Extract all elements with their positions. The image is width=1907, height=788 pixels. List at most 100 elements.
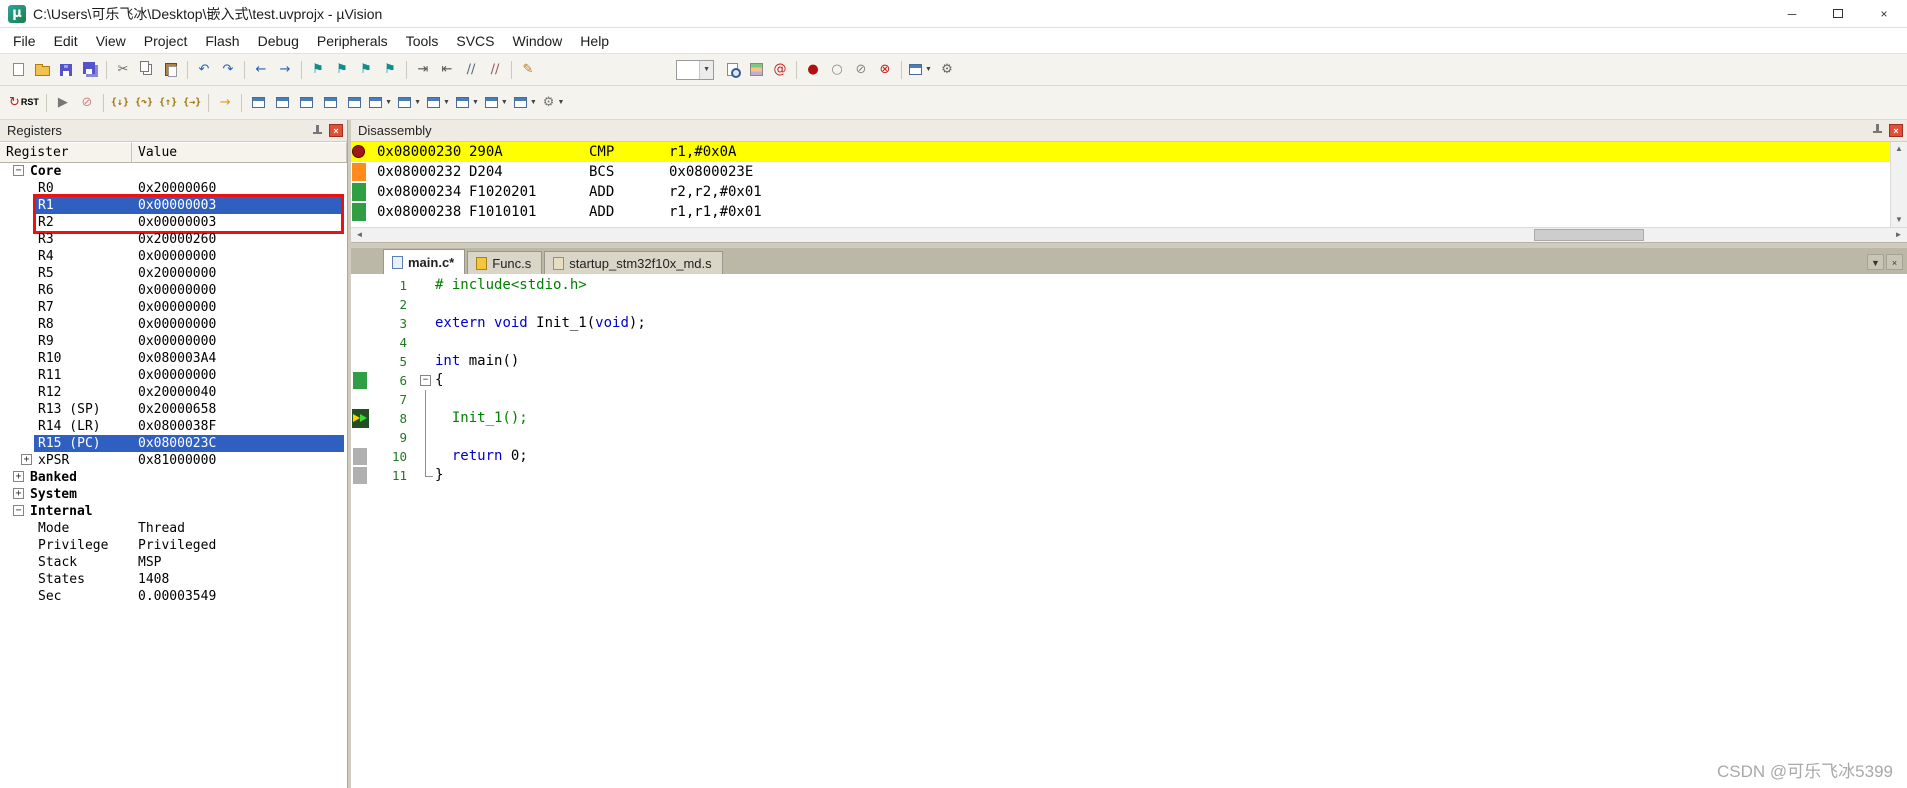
stop-button[interactable]: ⊘ (75, 91, 99, 115)
disassembly-horizontal-scrollbar[interactable]: ◄ ► (351, 227, 1907, 243)
register-row[interactable]: R7 0x00000000 (0, 299, 347, 316)
chevron-down-icon[interactable]: ▼ (699, 60, 713, 79)
fold-margin[interactable] (417, 295, 435, 314)
menu-debug[interactable]: Debug (249, 30, 308, 52)
editor-gutter[interactable] (351, 314, 371, 333)
new-file-icon[interactable] (6, 58, 30, 82)
disable-all-breakpoints-icon[interactable]: ⊘ (849, 58, 873, 82)
fold-collapse-icon[interactable]: − (420, 375, 431, 386)
clear-bookmarks-icon[interactable]: ⚑ (378, 58, 402, 82)
register-row[interactable]: R8 0x00000000 (0, 316, 347, 333)
menu-file[interactable]: File (4, 30, 45, 52)
register-row[interactable]: States 1408 (0, 571, 347, 588)
code-text[interactable]: return 0; (435, 447, 528, 466)
window-layout-dropdown[interactable]: ▼ (906, 58, 935, 82)
maximize-button[interactable] (1815, 0, 1861, 28)
fold-margin[interactable] (417, 333, 435, 352)
fold-margin[interactable] (417, 276, 435, 295)
registers-window-button[interactable] (318, 91, 342, 115)
editor-gutter[interactable] (351, 276, 371, 295)
save-all-icon[interactable] (78, 58, 102, 82)
register-row[interactable]: R4 0x00000000 (0, 248, 347, 265)
trace-window-button[interactable]: ▼ (482, 91, 511, 115)
code-text[interactable]: { (435, 371, 443, 390)
fold-margin[interactable] (417, 466, 435, 485)
copy-icon[interactable] (135, 58, 159, 82)
register-row[interactable]: − Internal (0, 503, 347, 520)
register-row[interactable]: R12 0x20000040 (0, 384, 347, 401)
editor-gutter[interactable] (351, 352, 371, 371)
analysis-window-button[interactable]: ▼ (453, 91, 482, 115)
code-text[interactable]: } (435, 466, 443, 485)
menu-svcs[interactable]: SVCS (447, 30, 503, 52)
serial-window-button[interactable]: ▼ (424, 91, 453, 115)
toolbox-button[interactable]: ⚙ ▼ (540, 91, 568, 115)
toggle-breakpoint-icon[interactable]: ● (801, 58, 825, 82)
show-next-statement-button[interactable]: → (213, 91, 237, 115)
fold-margin[interactable] (417, 447, 435, 466)
register-row[interactable]: Stack MSP (0, 554, 347, 571)
configure-editor-icon[interactable]: ✎ (516, 58, 540, 82)
watch-window-button[interactable]: ▼ (366, 91, 395, 115)
run-to-line-button[interactable]: {→} (180, 91, 204, 115)
fold-margin[interactable]: − (417, 371, 435, 390)
scroll-right-icon[interactable]: ► (1890, 228, 1907, 242)
manage-rte-icon[interactable] (744, 58, 768, 82)
code-text[interactable]: int main() (435, 352, 519, 371)
system-viewer-button[interactable]: ▼ (511, 91, 540, 115)
disassembly-window-button[interactable] (270, 91, 294, 115)
editor-gutter[interactable] (351, 447, 371, 466)
close-tab-icon[interactable]: × (1886, 254, 1903, 270)
command-window-button[interactable] (246, 91, 270, 115)
run-button[interactable]: ▶ (51, 91, 75, 115)
step-over-button[interactable]: {↷} (132, 91, 156, 115)
breakpoint-gutter[interactable] (351, 182, 369, 202)
tree-expander-icon[interactable]: − (13, 505, 24, 516)
register-row[interactable]: + System (0, 486, 347, 503)
register-row[interactable]: + Banked (0, 469, 347, 486)
fold-margin[interactable] (417, 428, 435, 447)
cut-icon[interactable]: ✂ (111, 58, 135, 82)
register-row[interactable]: R2 0x00000003 (0, 214, 347, 231)
pin-icon[interactable] (311, 124, 323, 137)
call-stack-window-button[interactable] (342, 91, 366, 115)
editor-gutter[interactable] (351, 390, 371, 409)
register-row[interactable]: R5 0x20000000 (0, 265, 347, 282)
tab-list-dropdown[interactable]: ▼ (1867, 254, 1884, 270)
fold-margin[interactable] (417, 314, 435, 333)
register-row[interactable]: Privilege Privileged (0, 537, 347, 554)
scroll-up-icon[interactable]: ▲ (1891, 142, 1907, 156)
breakpoint-gutter[interactable] (351, 162, 369, 182)
register-row[interactable]: R9 0x00000000 (0, 333, 347, 350)
editor-gutter[interactable] (351, 409, 371, 428)
fold-margin[interactable] (417, 352, 435, 371)
scroll-left-icon[interactable]: ◄ (351, 228, 368, 242)
menu-view[interactable]: View (87, 30, 135, 52)
register-row[interactable]: Mode Thread (0, 520, 347, 537)
find-in-files-icon[interactable] (720, 58, 744, 82)
menu-help[interactable]: Help (571, 30, 618, 52)
comment-icon[interactable]: ∕∕ (459, 58, 483, 82)
next-bookmark-icon[interactable]: ⚑ (354, 58, 378, 82)
editor-gutter[interactable] (351, 466, 371, 485)
memory-window-button[interactable]: ▼ (395, 91, 424, 115)
fold-margin[interactable] (417, 390, 435, 409)
tab-main-c-[interactable]: main.c* (383, 249, 466, 274)
register-row[interactable]: R3 0x20000260 (0, 231, 347, 248)
redo-icon[interactable]: ↷ (216, 58, 240, 82)
symbol-window-button[interactable] (294, 91, 318, 115)
target-select-combo[interactable]: ▼ (676, 59, 714, 80)
uncomment-icon[interactable]: ∕∕ (483, 58, 507, 82)
indent-icon[interactable]: ⇥ (411, 58, 435, 82)
menu-tools[interactable]: Tools (397, 30, 448, 52)
code-text[interactable]: extern void Init_1(void); (435, 314, 646, 333)
step-out-button[interactable]: {↑} (156, 91, 180, 115)
breakpoint-gutter[interactable] (351, 202, 369, 222)
pin-icon[interactable] (1871, 124, 1883, 136)
fold-margin[interactable] (417, 409, 435, 428)
save-icon[interactable] (54, 58, 78, 82)
register-row[interactable]: R11 0x00000000 (0, 367, 347, 384)
editor-gutter[interactable] (351, 295, 371, 314)
minimize-button[interactable]: ─ (1769, 0, 1815, 28)
tab-startup-stm32f10x-md-s[interactable]: startup_stm32f10x_md.s (544, 251, 723, 274)
